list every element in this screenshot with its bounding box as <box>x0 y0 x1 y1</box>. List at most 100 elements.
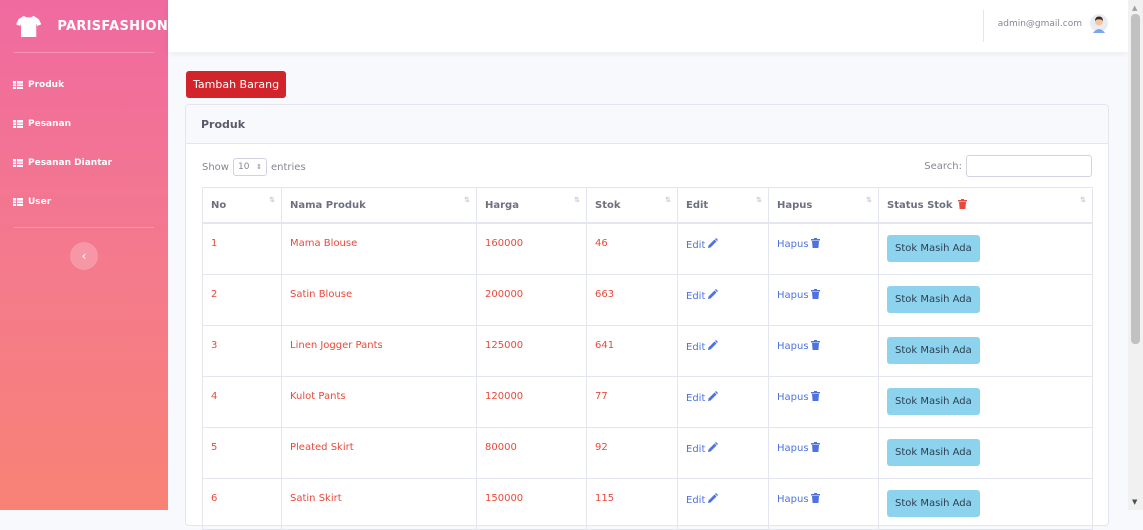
edit-link-label: Edit <box>686 392 706 404</box>
hapus-link-label: Hapus <box>777 391 809 403</box>
brand[interactable]: PARISFASHION <box>0 0 168 52</box>
edit-link[interactable]: Edit <box>686 441 719 455</box>
hapus-link[interactable]: Hapus <box>777 390 820 403</box>
hapus-link-label: Hapus <box>777 239 809 250</box>
tshirt-icon <box>16 15 42 37</box>
column-header-edit[interactable]: Edit ⇅ <box>677 187 769 224</box>
column-header-status-stok[interactable]: Status Stok ⇅ <box>878 187 1093 224</box>
pencil-icon <box>708 339 719 350</box>
edit-link[interactable]: Edit <box>686 390 719 404</box>
entries-select[interactable]: 10 ⇕ <box>232 158 267 176</box>
trash-icon <box>810 339 820 350</box>
edit-link-label: Edit <box>686 443 706 455</box>
cell-harga: 120000 <box>476 375 587 428</box>
column-header-harga[interactable]: Harga ⇅ <box>476 187 587 224</box>
cell-hapus: Hapus <box>768 426 879 479</box>
search-input[interactable] <box>966 155 1092 177</box>
cell-no: 2 <box>202 273 282 326</box>
column-header-hapus[interactable]: Hapus ⇅ <box>768 187 879 224</box>
entries-length-control: Show 10 ⇕ entries <box>202 158 306 176</box>
sidebar-item-pesanan-diantar[interactable]: Pesanan Diantar <box>0 143 168 182</box>
cell-status-stok: Stok Masih Ada <box>878 375 1093 428</box>
avatar-icon <box>1090 14 1108 33</box>
trash-icon <box>810 441 820 452</box>
tambah-barang-button[interactable]: Tambah Barang <box>186 71 287 98</box>
produk-card: Produk Show 10 ⇕ entries Search: No ⇅ Nam… <box>185 104 1109 530</box>
pencil-icon <box>708 441 719 452</box>
cell-nama-produk: Satin Blouse <box>281 273 477 326</box>
sidebar-item-user[interactable]: User <box>0 182 168 221</box>
column-header-stok[interactable]: Stok ⇅ <box>586 187 678 224</box>
hapus-link[interactable]: Hapus <box>777 238 820 250</box>
scroll-down-arrow-icon[interactable]: ▼ <box>1132 498 1137 506</box>
cell-stok: 77 <box>586 375 678 428</box>
search-control: Search: <box>924 155 1092 177</box>
hapus-link[interactable]: Hapus <box>777 288 820 301</box>
hapus-link[interactable]: Hapus <box>777 441 820 454</box>
table-row: 6 Satin Skirt 150000 115 Edit Hapus Stok… <box>202 477 1093 530</box>
table-row: 2 Satin Blouse 200000 663 Edit Hapus Sto… <box>202 273 1093 326</box>
sort-icon: ⇅ <box>1080 196 1086 204</box>
cell-hapus: Hapus <box>768 375 879 428</box>
sidebar-divider <box>14 227 154 228</box>
table-row: 1 Mama Blouse 160000 46 Edit Hapus Stok … <box>202 222 1093 275</box>
sort-icon: ⇅ <box>756 196 762 204</box>
sort-icon: ⇅ <box>665 196 671 204</box>
scrollbar-thumb[interactable] <box>1131 14 1140 344</box>
edit-link-label: Edit <box>686 240 706 251</box>
edit-link[interactable]: Edit <box>686 288 719 302</box>
column-header-nama-produk[interactable]: Nama Produk ⇅ <box>281 187 477 224</box>
edit-link[interactable]: Edit <box>686 339 719 353</box>
hapus-link-label: Hapus <box>777 493 809 505</box>
user-email: admin@gmail.com <box>997 19 1082 29</box>
cell-no: 1 <box>202 222 282 275</box>
sidebar-item-produk[interactable]: Produk <box>0 65 168 104</box>
table-icon <box>13 197 23 206</box>
cell-hapus: Hapus <box>768 477 879 530</box>
cell-status-stok: Stok Masih Ada <box>878 273 1093 326</box>
scroll-up-arrow-icon[interactable]: ▲ <box>1132 4 1137 12</box>
topbar: admin@gmail.com <box>168 0 1128 52</box>
cell-harga: 150000 <box>476 477 587 530</box>
page-scrollbar[interactable]: ▲ ▼ <box>1128 0 1143 510</box>
cell-no: 6 <box>202 477 282 530</box>
hapus-link[interactable]: Hapus <box>777 492 820 505</box>
status-stok-button[interactable]: Stok Masih Ada <box>887 285 980 313</box>
cell-stok: 46 <box>586 222 678 275</box>
table-controls: Show 10 ⇕ entries Search: <box>202 155 1092 179</box>
sidebar-item-label: Pesanan <box>28 118 72 129</box>
select-updown-icon: ⇕ <box>256 163 262 171</box>
cell-edit: Edit <box>677 375 769 428</box>
brand-name: PARISFASHION <box>57 18 168 34</box>
cell-harga: 160000 <box>476 222 587 275</box>
edit-link[interactable]: Edit <box>686 238 719 251</box>
user-menu[interactable]: admin@gmail.com <box>998 14 1108 34</box>
status-stok-button[interactable]: Stok Masih Ada <box>887 235 980 262</box>
edit-link-label: Edit <box>686 494 706 506</box>
sidebar-toggle-button[interactable]: ‹ <box>70 242 98 270</box>
status-stok-button[interactable]: Stok Masih Ada <box>887 387 980 415</box>
hapus-link[interactable]: Hapus <box>777 339 820 352</box>
edit-link[interactable]: Edit <box>686 492 719 506</box>
hapus-link-label: Hapus <box>777 340 809 352</box>
trash-icon <box>810 238 820 248</box>
cell-hapus: Hapus <box>768 273 879 326</box>
sort-icon: ⇅ <box>464 196 470 204</box>
cell-status-stok: Stok Masih Ada <box>878 324 1093 377</box>
entries-label: entries <box>270 161 306 173</box>
sort-icon: ⇅ <box>574 196 580 204</box>
sidebar-item-label: Pesanan Diantar <box>28 157 113 168</box>
cell-harga: 125000 <box>476 324 587 377</box>
topbar-divider <box>983 10 984 42</box>
status-stok-button[interactable]: Stok Masih Ada <box>887 489 980 517</box>
column-header-no[interactable]: No ⇅ <box>202 187 282 224</box>
trash-icon <box>958 199 968 209</box>
table-header-row: No ⇅ Nama Produk ⇅ Harga ⇅ Stok ⇅ Edit ⇅ Hapu… <box>202 187 1093 224</box>
pencil-icon <box>708 390 719 401</box>
table-row: 4 Kulot Pants 120000 77 Edit Hapus Stok … <box>202 375 1093 428</box>
status-stok-button[interactable]: Stok Masih Ada <box>887 438 980 466</box>
cell-harga: 200000 <box>476 273 587 326</box>
sidebar-item-pesanan[interactable]: Pesanan <box>0 104 168 143</box>
status-stok-button[interactable]: Stok Masih Ada <box>887 336 980 364</box>
cell-nama-produk: Linen Jogger Pants <box>281 324 477 377</box>
